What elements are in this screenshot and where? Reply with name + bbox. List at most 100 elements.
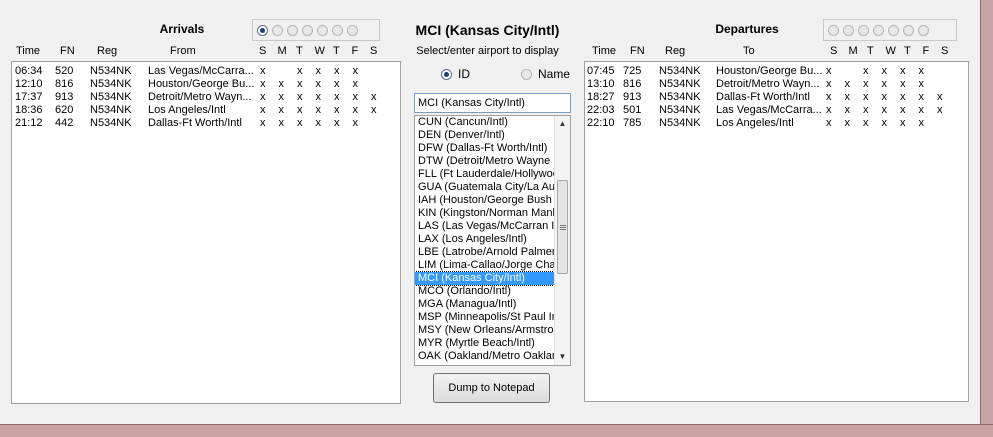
airport-list-item[interactable]: MCO (Orlando/Intl) <box>415 285 554 298</box>
airport-list-item[interactable]: LAS (Las Vegas/McCarran In <box>415 220 554 233</box>
airport-list-item[interactable]: MSP (Minneapolis/St Paul In <box>415 311 554 324</box>
arrivals-cell-day: x <box>315 78 322 90</box>
arrivals-day-radio[interactable] <box>257 24 268 36</box>
arrivals-cell-place: Dallas-Ft Worth/Intl <box>148 117 242 129</box>
departures-row[interactable]: 22:10 785 N534NK Los Angeles/Intl x x x x x x <box>585 117 968 130</box>
arrivals-cell-day: x <box>278 78 285 90</box>
arrivals-day-radio[interactable] <box>347 24 358 36</box>
departures-cell-place: Detroit/Metro Wayn... <box>716 78 820 90</box>
arrivals-cell-day: x <box>352 78 359 90</box>
departures-row[interactable]: 18:27 913 N534NK Dallas-Ft Worth/Intl x x x x x x… <box>585 91 968 104</box>
arrivals-cell-fn: 520 <box>55 65 74 77</box>
airport-input[interactable]: MCI (Kansas City/Intl) <box>414 93 571 113</box>
departures-cell-time: 22:10 <box>587 117 615 129</box>
departures-cell-day: x <box>844 78 851 90</box>
dump-to-notepad-button[interactable]: Dump to Notepad <box>433 373 550 403</box>
departures-title: Departures <box>715 22 779 36</box>
departures-row[interactable]: 07:45 725 N534NK Houston/George Bu... x x x x x <box>585 65 968 78</box>
option-name-label: Name <box>538 67 571 81</box>
arrivals-day-radio[interactable] <box>287 24 298 36</box>
arrivals-list[interactable]: 06:34 520 N534NK Las Vegas/McCarra... x x x x x 1… <box>11 61 401 404</box>
departures-cell-fn: 501 <box>623 104 642 116</box>
arrivals-row[interactable]: 12:10 816 N534NK Houston/George Bu... x x x x x x <box>12 78 400 91</box>
departures-cell-day: x <box>844 104 851 116</box>
departures-cell-day: x <box>918 91 925 103</box>
departures-cell-fn: 785 <box>623 117 642 129</box>
departures-day-radio[interactable] <box>903 24 914 36</box>
arrivals-row[interactable]: 18:36 620 N534NK Los Angeles/Intl x x x x x x x <box>12 104 400 117</box>
departures-cell-day: x <box>844 117 851 129</box>
arrivals-day-radio[interactable] <box>332 24 343 36</box>
airport-list-item[interactable]: CUN (Cancun/Intl) <box>415 116 554 129</box>
airport-list-item[interactable]: DEN (Denver/Intl) <box>415 129 554 142</box>
departures-day-radio[interactable] <box>858 24 869 36</box>
option-name-radio[interactable] <box>521 68 532 80</box>
departures-cell-day: x <box>937 91 943 103</box>
airport-list-item[interactable]: LAX (Los Angeles/Intl) <box>415 233 554 246</box>
arrivals-cell-fn: 913 <box>55 91 74 103</box>
departures-cell-day: x <box>844 91 851 103</box>
arrivals-row[interactable]: 21:12 442 N534NK Dallas-Ft Worth/Intl x x x x x x <box>12 117 400 130</box>
arrivals-cell-day: x <box>260 78 266 90</box>
airport-list-item[interactable]: DTW (Detroit/Metro Wayne <box>415 155 554 168</box>
departures-cell-day: x <box>900 104 906 116</box>
airport-list-item[interactable]: MCI (Kansas City/Intl) <box>415 271 555 286</box>
arrivals-cell-time: 21:12 <box>15 117 43 129</box>
airport-list-item[interactable]: GUA (Guatemala City/La Aur <box>415 181 554 194</box>
arrivals-header-day: S <box>370 45 378 57</box>
airport-list-item[interactable]: DFW (Dallas-Ft Worth/Intl) <box>415 142 554 155</box>
departures-row[interactable]: 22:03 501 N534NK Las Vegas/McCarra... x x x x x x… <box>585 104 968 117</box>
airport-list-item[interactable]: LBE (Latrobe/Arnold Palmer <box>415 246 554 259</box>
departures-day-radio[interactable] <box>873 24 884 36</box>
option-id[interactable]: ID <box>441 67 470 81</box>
airport-list-scrollbar[interactable]: ▲ ▼ <box>554 116 570 365</box>
arrivals-header-fn: FN <box>60 45 75 57</box>
departures-day-radio[interactable] <box>843 24 854 36</box>
arrivals-day-radio[interactable] <box>272 24 283 36</box>
departures-day-radio[interactable] <box>888 24 899 36</box>
airport-list-item[interactable]: MYR (Myrtle Beach/Intl) <box>415 337 554 350</box>
departures-cell-day: x <box>881 91 888 103</box>
departures-list[interactable]: 07:45 725 N534NK Houston/George Bu... x x x x x 1… <box>584 61 969 402</box>
departures-cell-reg: N534NK <box>659 78 701 90</box>
airport-list-item[interactable]: MSY (New Orleans/Armstron <box>415 324 554 337</box>
arrivals-cell-day: x <box>334 117 340 129</box>
window-frame-bottom <box>0 424 993 437</box>
airport-list-item[interactable]: FLL (Ft Lauderdale/Hollywoo <box>415 168 554 181</box>
departures-cell-time: 13:10 <box>587 78 615 90</box>
airport-list-item[interactable]: IAH (Houston/George Bush <box>415 194 554 207</box>
departures-day-radio[interactable] <box>918 24 929 36</box>
departures-row[interactable]: 13:10 816 N534NK Detroit/Metro Wayn... x x x x x… <box>585 78 968 91</box>
arrivals-row[interactable]: 06:34 520 N534NK Las Vegas/McCarra... x x x x x <box>12 65 400 78</box>
arrivals-cell-reg: N534NK <box>90 65 132 77</box>
scroll-thumb[interactable] <box>557 180 568 274</box>
arrivals-cell-day: x <box>315 91 322 103</box>
arrivals-cell-day: x <box>278 117 285 129</box>
arrivals-cell-day: x <box>297 65 303 77</box>
arrivals-day-radio[interactable] <box>317 24 328 36</box>
arrivals-cell-place: Las Vegas/McCarra... <box>148 65 254 77</box>
arrivals-day-radio[interactable] <box>302 24 313 36</box>
airport-listbox[interactable]: CUN (Cancun/Intl) DEN (Denver/Intl) DFW (D… <box>414 115 571 366</box>
airport-list-item[interactable]: KIN (Kingston/Norman Manle <box>415 207 554 220</box>
arrivals-day-radio-group[interactable] <box>252 19 380 41</box>
arrivals-cell-day: x <box>315 117 322 129</box>
departures-cell-day: x <box>900 65 906 77</box>
scroll-down-arrow-icon[interactable]: ▼ <box>555 349 570 365</box>
option-name[interactable]: Name <box>521 67 570 81</box>
scroll-up-arrow-icon[interactable]: ▲ <box>555 116 570 132</box>
departures-day-radio[interactable] <box>828 24 839 36</box>
departures-day-radio-group[interactable] <box>823 19 957 41</box>
arrivals-cell-day: x <box>352 104 359 116</box>
arrivals-cell-reg: N534NK <box>90 91 132 103</box>
airport-list-item[interactable]: MGA (Managua/Intl) <box>415 298 554 311</box>
airport-list-item[interactable]: OAK (Oakland/Metro Oaklan <box>415 350 554 363</box>
airport-list-item[interactable]: LIM (Lima-Callao/Jorge Chav <box>415 259 554 272</box>
option-id-radio[interactable] <box>441 68 452 80</box>
arrivals-row[interactable]: 17:37 913 N534NK Detroit/Metro Wayn... x x x x x… <box>12 91 400 104</box>
departures-cell-day: x <box>863 91 869 103</box>
departures-cell-time: 07:45 <box>587 65 615 77</box>
arrivals-cell-day: x <box>371 91 377 103</box>
arrivals-cell-day: x <box>334 91 340 103</box>
departures-cell-time: 22:03 <box>587 104 615 116</box>
